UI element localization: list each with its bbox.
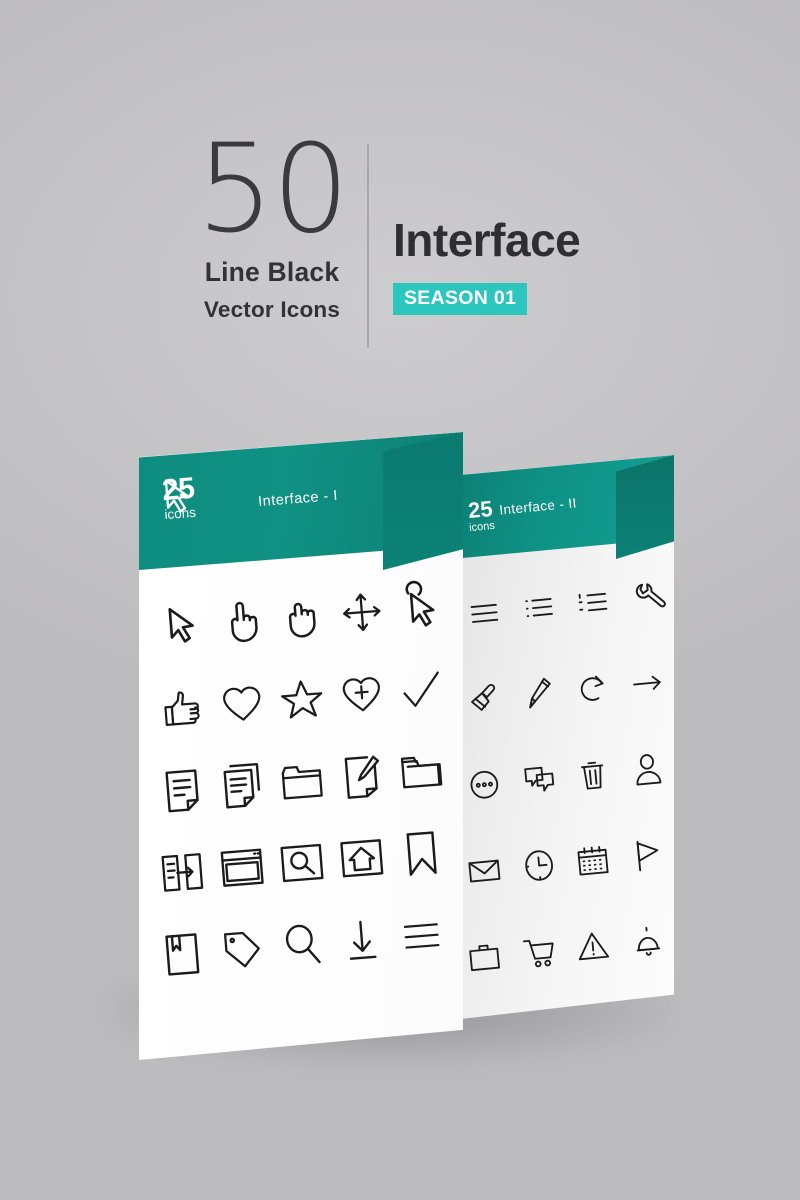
- shopping-cart-icon[interactable]: [515, 928, 563, 976]
- file-transfer-icon[interactable]: [155, 845, 209, 901]
- folder-open-icon[interactable]: [395, 744, 449, 800]
- bell-icon[interactable]: [624, 917, 672, 965]
- document-icon[interactable]: [155, 763, 209, 819]
- menu-lines-icon[interactable]: [395, 908, 449, 964]
- warning-triangle-icon[interactable]: [569, 922, 617, 970]
- chat-bubbles-icon[interactable]: [515, 756, 563, 804]
- bullet-list-icon[interactable]: [515, 584, 563, 632]
- cursor-arrow-icon[interactable]: [155, 599, 209, 655]
- document-edit-icon[interactable]: [335, 748, 389, 804]
- envelope-icon[interactable]: [460, 847, 508, 895]
- calendar-icon[interactable]: [569, 836, 617, 884]
- browser-window-icon[interactable]: [215, 840, 269, 896]
- panel-2-count-badge: [616, 455, 674, 559]
- icon-pack-mockup: Interface - II 25 icons Interface - I 25…: [0, 0, 800, 1200]
- user-icon[interactable]: [624, 745, 672, 793]
- folder-icon[interactable]: [275, 753, 329, 809]
- magnifier-icon[interactable]: [275, 917, 329, 973]
- panel-1-count-badge: [383, 432, 463, 570]
- hand-grab-icon[interactable]: [275, 589, 329, 645]
- icon-row: [155, 655, 449, 744]
- icon-row: [460, 653, 672, 728]
- bookmark-icon[interactable]: [395, 826, 449, 882]
- move-arrows-icon[interactable]: [335, 584, 389, 640]
- wrench-icon[interactable]: [624, 573, 672, 621]
- trash-icon[interactable]: [569, 750, 617, 798]
- briefcase-icon[interactable]: [460, 933, 508, 981]
- heart-icon[interactable]: [215, 676, 269, 732]
- cursor-loading-icon[interactable]: [395, 580, 449, 636]
- home-page-icon[interactable]: [335, 830, 389, 886]
- check-icon[interactable]: [395, 662, 449, 718]
- icon-row: [460, 911, 672, 986]
- panel-2-icon-grid: [452, 559, 674, 1020]
- download-icon[interactable]: [335, 912, 389, 968]
- heart-plus-icon[interactable]: [335, 666, 389, 722]
- icon-row: [155, 901, 449, 990]
- poster-canvas: 50 Line Black Vector Icons Interface SEA…: [0, 0, 800, 1200]
- paint-brush-icon[interactable]: [460, 675, 508, 723]
- panel-1-icon-grid: [139, 570, 463, 1060]
- icon-row: [460, 739, 672, 814]
- search-page-icon[interactable]: [275, 835, 329, 891]
- panel-1-count-badge-text: 25 icons: [139, 472, 221, 525]
- pencil-icon[interactable]: [515, 670, 563, 718]
- flag-icon[interactable]: [624, 831, 672, 879]
- tag-icon[interactable]: [215, 922, 269, 978]
- arrow-right-icon[interactable]: [624, 659, 672, 707]
- panel-interface-1: Interface - I 25 icons: [139, 432, 463, 1060]
- numbered-list-icon[interactable]: [569, 578, 617, 626]
- bookmarked-page-icon[interactable]: [155, 927, 209, 983]
- icon-row: [155, 573, 449, 662]
- undo-arrow-icon[interactable]: [569, 664, 617, 712]
- hand-pointer-icon[interactable]: [215, 594, 269, 650]
- star-icon[interactable]: [275, 671, 329, 727]
- list-lines-icon[interactable]: [460, 589, 508, 637]
- clock-icon[interactable]: [515, 842, 563, 890]
- documents-copy-icon[interactable]: [215, 758, 269, 814]
- panel-interface-2: Interface - II 25 icons: [452, 455, 674, 1020]
- icon-row: [155, 819, 449, 908]
- icon-row: [460, 567, 672, 642]
- thumbs-up-icon[interactable]: [155, 681, 209, 737]
- icon-row: [155, 737, 449, 826]
- icon-row: [460, 825, 672, 900]
- more-options-icon[interactable]: [460, 761, 508, 809]
